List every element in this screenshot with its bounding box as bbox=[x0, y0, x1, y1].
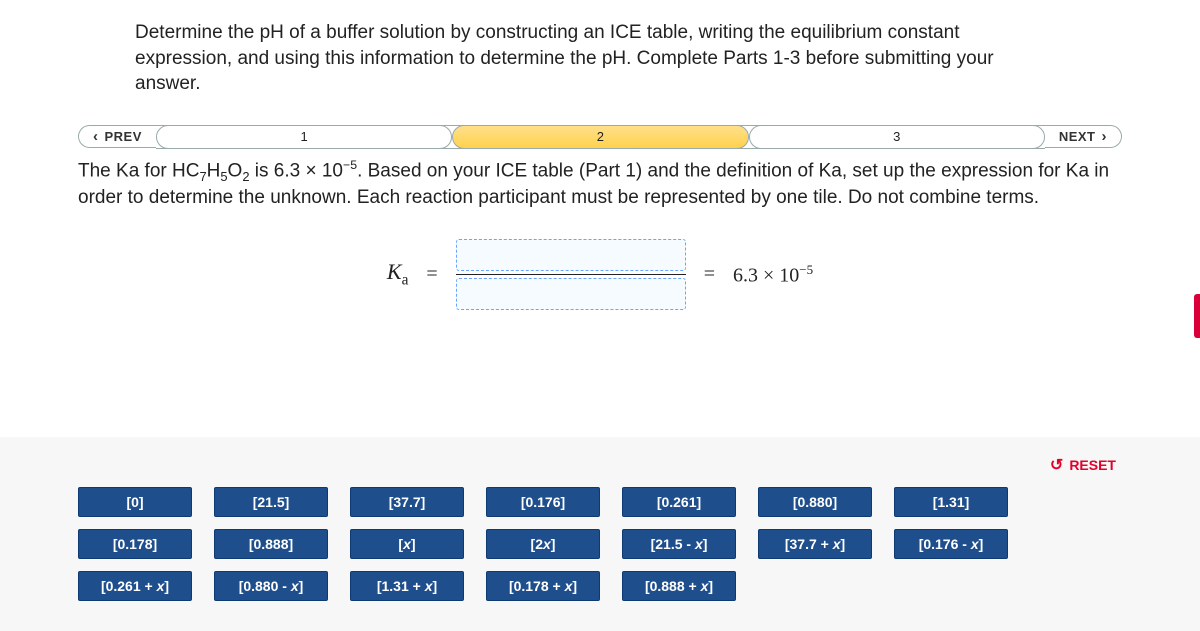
answer-tile[interactable]: [0.178 + x] bbox=[486, 571, 600, 601]
next-button[interactable]: NEXT › bbox=[1045, 125, 1122, 148]
question-prompt: Determine the pH of a buffer solution by… bbox=[0, 0, 1035, 107]
numerator-slot[interactable] bbox=[456, 239, 686, 271]
fraction-bar bbox=[456, 274, 686, 275]
ka-value: 6.3 × 10−5 bbox=[733, 262, 813, 288]
reset-label: RESET bbox=[1069, 457, 1116, 473]
answer-tile[interactable]: [x] bbox=[350, 529, 464, 559]
page: Determine the pH of a buffer solution by… bbox=[0, 0, 1200, 631]
answer-tile[interactable]: [0.261 + x] bbox=[78, 571, 192, 601]
tiles-container: [0] [21.5] [37.7] [0.176] [0.261] [0.880] [1.3… bbox=[78, 487, 1122, 601]
answer-tile[interactable]: [37.7] bbox=[350, 487, 464, 517]
step-track: 1 2 3 bbox=[156, 125, 1045, 149]
step-navigator: ‹ PREV 1 2 3 NEXT › bbox=[78, 125, 1122, 149]
answer-tile[interactable]: [1.31] bbox=[894, 487, 1008, 517]
answer-tile[interactable]: [21.5 - x] bbox=[622, 529, 736, 559]
fraction bbox=[456, 239, 686, 310]
tiles-area: ↺ RESET [0] [21.5] [37.7] [0.176] [0.261] [0.… bbox=[0, 437, 1200, 631]
equals-sign: = bbox=[426, 263, 437, 286]
prev-button[interactable]: ‹ PREV bbox=[78, 125, 156, 148]
step-2[interactable]: 2 bbox=[452, 125, 748, 149]
answer-tile[interactable]: [0.178] bbox=[78, 529, 192, 559]
answer-tile[interactable]: [2x] bbox=[486, 529, 600, 559]
step-3[interactable]: 3 bbox=[749, 125, 1045, 149]
answer-tile[interactable]: [0.888] bbox=[214, 529, 328, 559]
answer-tile[interactable]: [0.176] bbox=[486, 487, 600, 517]
answer-tile[interactable]: [0.880] bbox=[758, 487, 872, 517]
equals-sign-2: = bbox=[704, 263, 715, 286]
part-instruction: The Ka for HC7H5O2 is 6.3 × 10−5. Based … bbox=[78, 157, 1122, 211]
denominator-slot[interactable] bbox=[456, 278, 686, 310]
answer-tile[interactable]: [0.888 + x] bbox=[622, 571, 736, 601]
side-indicator-icon bbox=[1194, 294, 1200, 338]
answer-tile[interactable]: [0.176 - x] bbox=[894, 529, 1008, 559]
answer-tile[interactable]: [1.31 + x] bbox=[350, 571, 464, 601]
equation-row: Ka = = 6.3 × 10−5 bbox=[0, 239, 1200, 310]
answer-tile[interactable]: [21.5] bbox=[214, 487, 328, 517]
answer-tile[interactable]: [37.7 + x] bbox=[758, 529, 872, 559]
ka-symbol: Ka bbox=[387, 259, 409, 289]
reset-icon: ↺ bbox=[1050, 455, 1063, 475]
next-label: NEXT bbox=[1059, 129, 1096, 144]
step-1[interactable]: 1 bbox=[156, 125, 452, 149]
answer-tile[interactable]: [0] bbox=[78, 487, 192, 517]
chevron-left-icon: ‹ bbox=[93, 129, 99, 144]
answer-tile[interactable]: [0.261] bbox=[622, 487, 736, 517]
chevron-right-icon: › bbox=[1102, 129, 1108, 144]
reset-button[interactable]: ↺ RESET bbox=[1044, 453, 1122, 477]
answer-tile[interactable]: [0.880 - x] bbox=[214, 571, 328, 601]
prev-label: PREV bbox=[105, 129, 142, 144]
